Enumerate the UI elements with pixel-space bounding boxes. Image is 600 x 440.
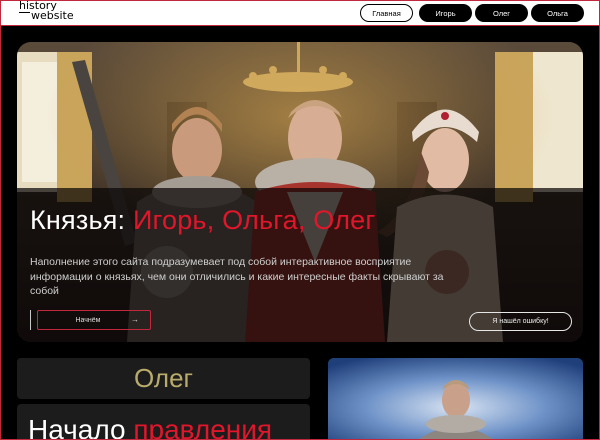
site-header: history website Главная Игорь Олег Ольга <box>0 0 600 26</box>
hero-title-names: Игорь, Ольга, Олег <box>132 205 376 235</box>
start-button[interactable]: Начнём → <box>37 310 151 330</box>
nav-home-button[interactable]: Главная <box>360 4 413 22</box>
nav-olga-button[interactable]: Ольга <box>531 4 584 22</box>
hero-title: Князья: Игорь, Ольга, Олег <box>30 205 375 236</box>
hero-description: Наполнение этого сайта подразумевает под… <box>30 256 444 297</box>
report-error-button[interactable]: Я нашёл ошибку! <box>469 312 572 331</box>
section-heading-accent: правления <box>133 414 273 440</box>
section-heading: Начало правления <box>28 414 272 440</box>
section-heading-prefix: Начало <box>28 414 134 440</box>
portrait-card <box>328 358 583 440</box>
hero-banner: Князья: Игорь, Ольга, Олег Наполнение эт… <box>17 42 583 342</box>
nav-oleg-button[interactable]: Олег <box>475 4 528 22</box>
portrait-image <box>328 358 583 440</box>
site-logo[interactable]: history website <box>19 0 74 21</box>
section-name-card: Олег <box>17 358 310 399</box>
section-heading-card: Начало правления <box>17 404 310 440</box>
hero-divider <box>30 310 31 330</box>
nav-igor-button[interactable]: Игорь <box>419 4 472 22</box>
hero-title-prefix: Князья: <box>30 205 133 235</box>
arrow-right-icon: → <box>131 315 139 324</box>
logo-bar <box>19 12 30 13</box>
start-button-label: Начнём <box>75 316 101 324</box>
